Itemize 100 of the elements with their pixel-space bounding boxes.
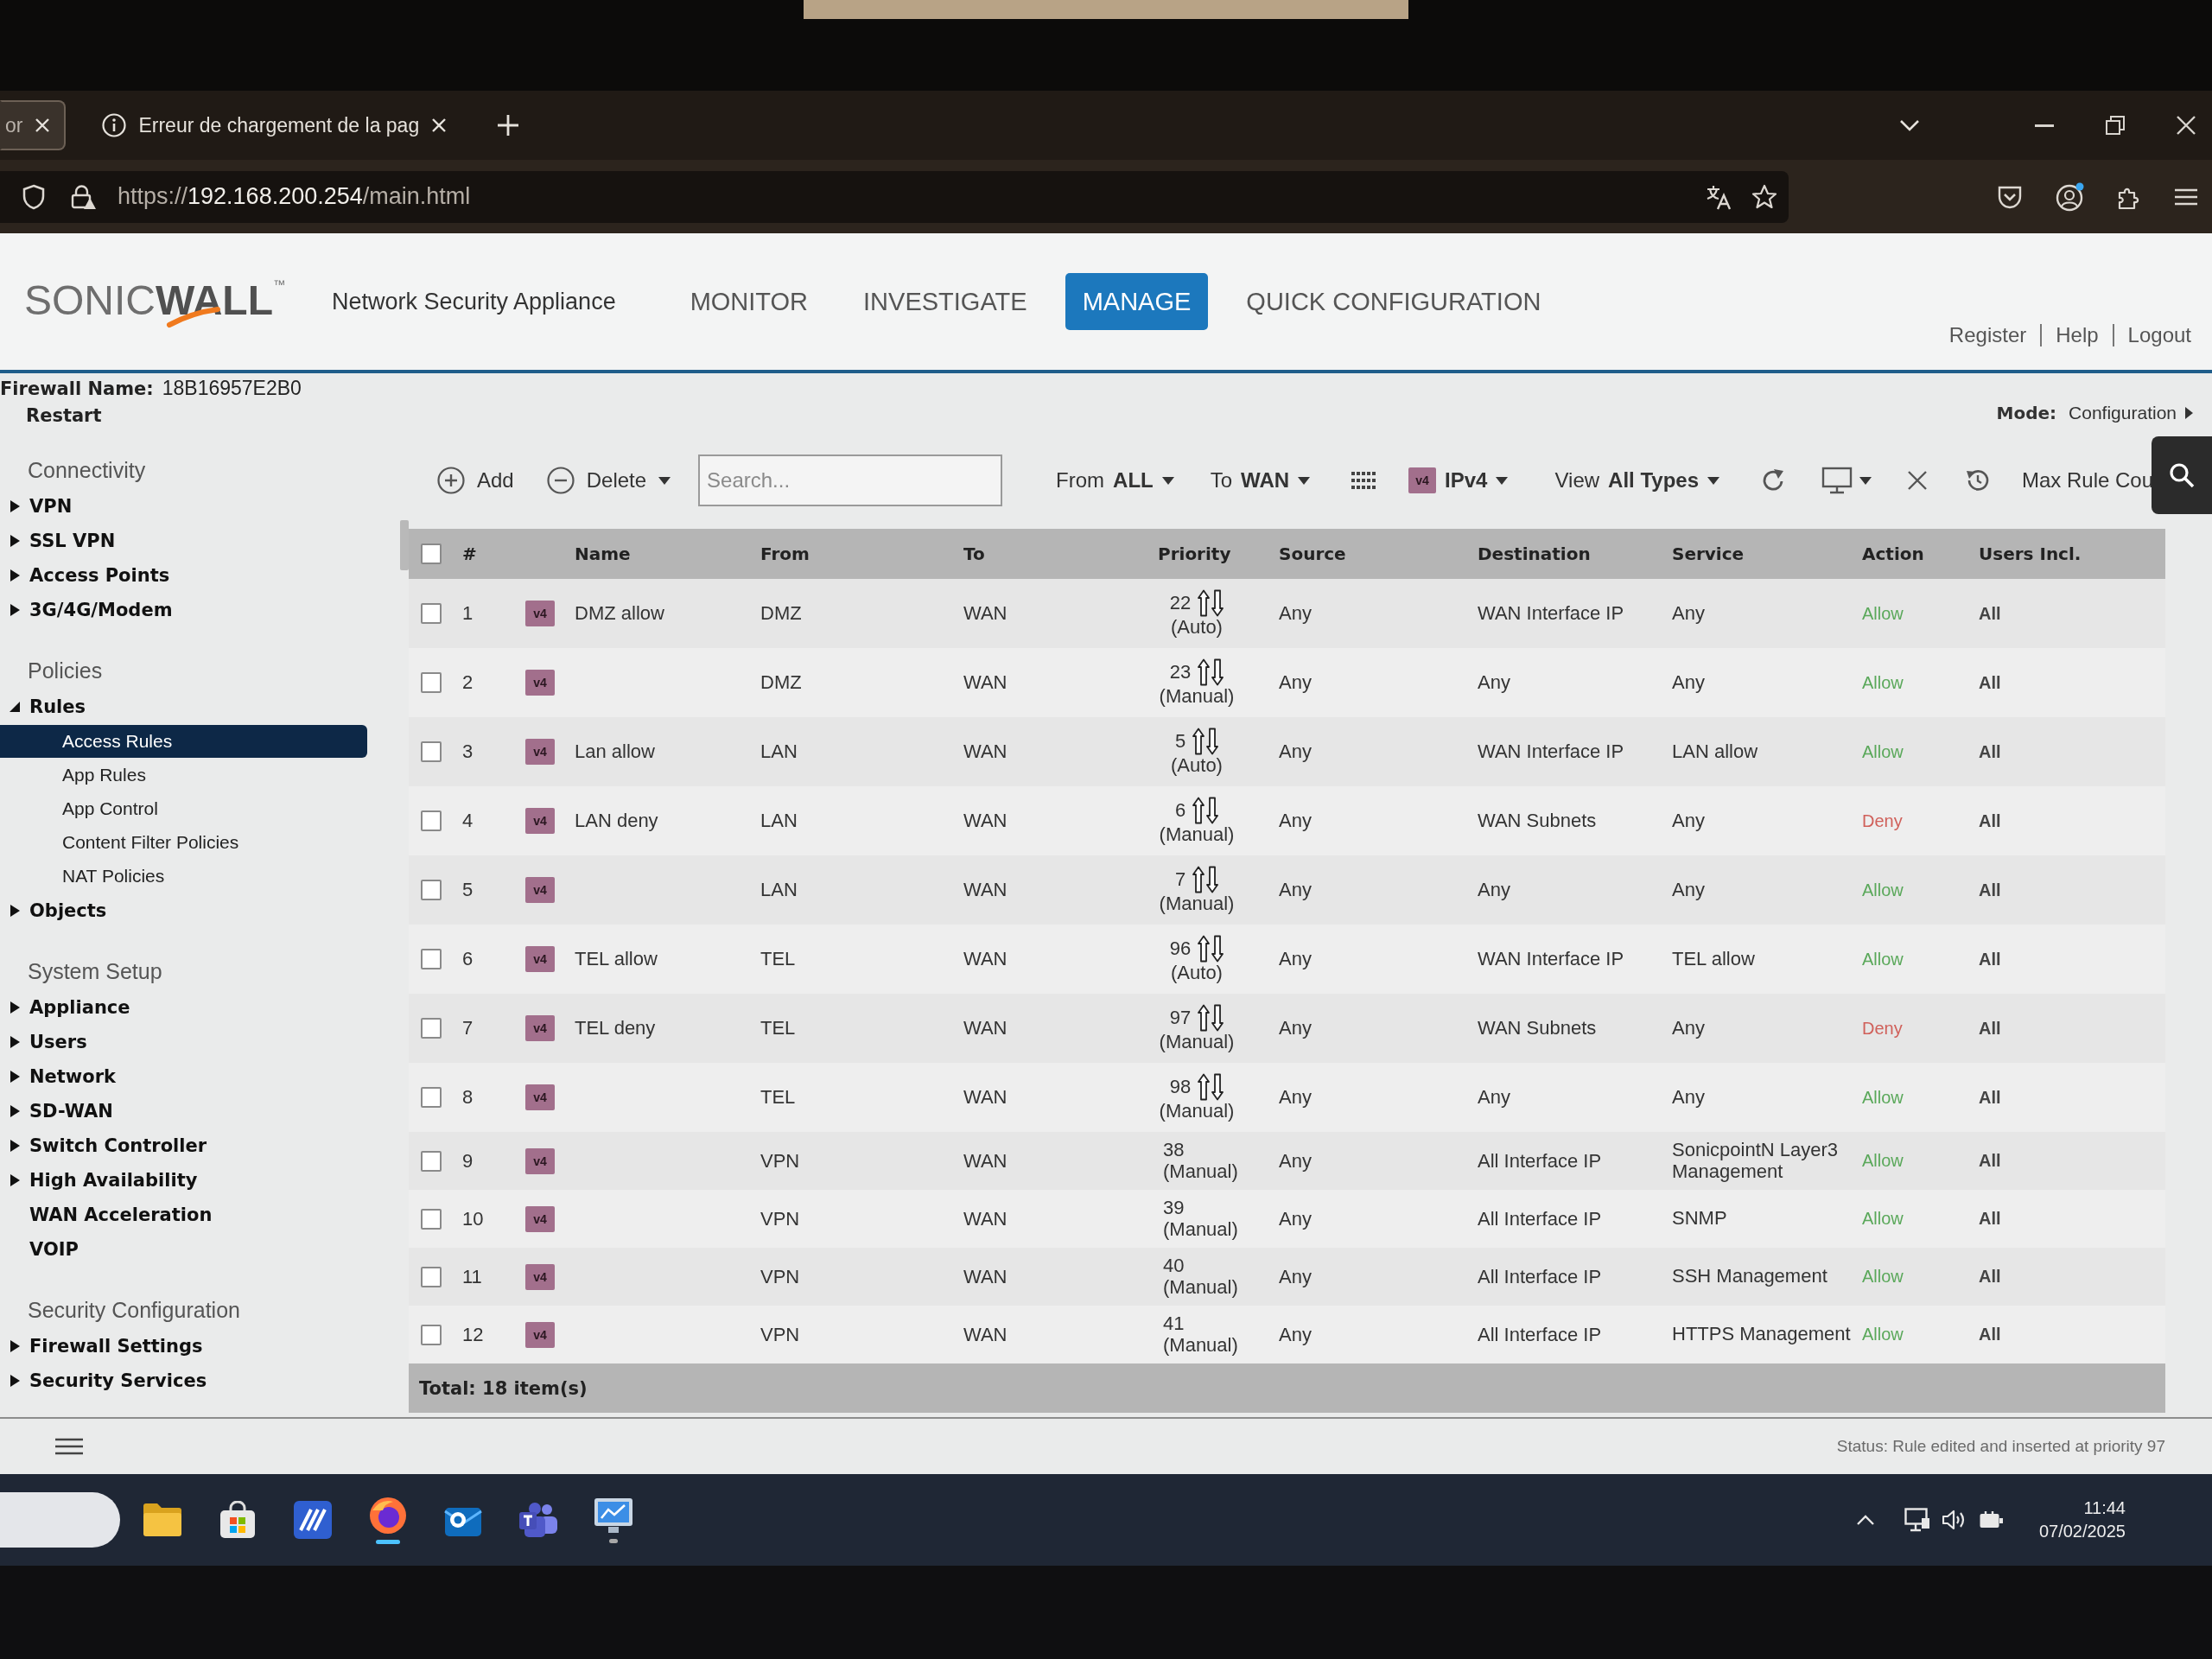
table-row[interactable]: 6 v4 TEL allow TEL WAN 96 (Auto) Any WAN Interface IP TEL allow Allow All — [409, 925, 2165, 994]
monitor-app-icon[interactable] — [594, 1497, 633, 1534]
sidebar-item[interactable]: Security Services — [0, 1363, 367, 1398]
table-row[interactable]: 11 v4 VPN WAN 40 (Manual) Any All Interface IP SSH Management Allow All — [409, 1248, 2165, 1306]
nav-tab[interactable]: INVESTIGATE — [846, 273, 1045, 330]
select-all-checkbox[interactable] — [421, 543, 442, 564]
sidebar-item[interactable]: VPN — [0, 489, 367, 524]
reorder-arrows-icon[interactable] — [1198, 1072, 1224, 1101]
row-checkbox[interactable] — [421, 1266, 442, 1287]
expand-arrow-icon[interactable] — [10, 1375, 20, 1387]
expand-arrow-icon[interactable] — [10, 1174, 20, 1186]
address-bar[interactable]: https://192.168.200.254/main.html — [0, 170, 1789, 223]
people-icon[interactable] — [518, 1502, 558, 1538]
sidebar-item[interactable]: Network — [0, 1059, 367, 1094]
column-header[interactable]: Service — [1672, 543, 1745, 564]
row-checkbox[interactable] — [421, 672, 442, 693]
column-header[interactable]: Priority — [1158, 543, 1231, 564]
delete-button[interactable]: Delete — [546, 467, 671, 494]
expand-arrow-icon[interactable] — [10, 1140, 20, 1152]
table-row[interactable]: 12 v4 VPN WAN 41 (Manual) Any All Interface IP HTTPS Management Allow All — [409, 1306, 2165, 1363]
shopping-bag-icon[interactable] — [219, 1501, 256, 1539]
folder-icon[interactable] — [143, 1503, 182, 1537]
column-header[interactable]: # — [462, 543, 477, 564]
expand-arrow-icon[interactable] — [10, 905, 20, 917]
view-dropdown[interactable]: View All Types — [1554, 468, 1719, 493]
menu-icon[interactable] — [55, 1438, 83, 1455]
restore-icon[interactable] — [2106, 116, 2125, 135]
sidebar-item[interactable]: Access Points — [0, 558, 367, 593]
to-zone-dropdown[interactable]: To WAN — [1210, 468, 1311, 493]
scrollbar-thumb[interactable] — [400, 520, 409, 570]
translate-icon[interactable] — [1706, 183, 1732, 210]
sidebar-subitem[interactable]: Content Filter Policies — [0, 826, 367, 859]
browser-tab[interactable]: Erreur de chargement de la pag — [86, 100, 463, 150]
reorder-arrows-icon[interactable] — [1192, 796, 1219, 824]
ip-version-dropdown[interactable]: v4 IPv4 — [1408, 467, 1509, 493]
expand-arrow-icon[interactable] — [10, 535, 20, 547]
sidebar-item[interactable]: Objects — [0, 893, 367, 928]
plus-icon[interactable] — [497, 114, 520, 137]
clock-date[interactable]: 07/02/2025 — [2038, 1522, 2126, 1541]
sidebar-item[interactable]: Rules — [0, 690, 367, 724]
search-button[interactable] — [2152, 436, 2212, 514]
sidebar-subitem[interactable]: Access Rules — [0, 725, 367, 758]
speaker-icon[interactable] — [1942, 1510, 1967, 1530]
column-header[interactable]: Name — [575, 543, 631, 564]
sidebar-item[interactable]: Users — [0, 1025, 367, 1059]
table-row[interactable]: 8 v4 TEL WAN 98 (Manual) Any Any Any Allow All — [409, 1063, 2165, 1132]
header-link[interactable]: Help — [2056, 323, 2099, 347]
expand-arrow-icon[interactable] — [10, 1340, 20, 1352]
close-icon[interactable] — [1908, 471, 1927, 490]
table-row[interactable]: 4 v4 LAN deny LAN WAN 6 (Manual) Any WAN Subnets Any Deny All — [409, 786, 2165, 855]
row-checkbox[interactable] — [421, 1150, 442, 1172]
row-checkbox[interactable] — [421, 880, 442, 900]
sidebar-item[interactable]: SSL VPN — [0, 524, 367, 558]
sidebar-item[interactable]: Switch Controller — [0, 1128, 367, 1163]
column-header[interactable]: Destination — [1478, 543, 1591, 564]
row-checkbox[interactable] — [421, 810, 442, 831]
row-checkbox[interactable] — [421, 1208, 442, 1230]
flame-globe-icon[interactable] — [369, 1496, 407, 1535]
sidebar-subitem[interactable]: NAT Policies — [0, 860, 367, 893]
column-header[interactable]: From — [760, 543, 810, 564]
table-row[interactable]: 1 v4 DMZ allow DMZ WAN 22 (Auto) Any WAN Interface IP Any Allow All — [409, 579, 2165, 648]
display-icon[interactable] — [1904, 1508, 1930, 1532]
sidebar-item[interactable]: High Availability — [0, 1163, 367, 1198]
search-field[interactable]: Search... — [698, 454, 1003, 506]
display-dropdown[interactable] — [1821, 467, 1872, 494]
taskbar-search-field[interactable] — [0, 1492, 120, 1548]
reorder-arrows-icon[interactable] — [1198, 588, 1224, 617]
sidebar-subitem[interactable]: App Rules — [0, 759, 367, 791]
expand-arrow-icon[interactable] — [10, 500, 20, 512]
row-checkbox[interactable] — [421, 603, 442, 624]
nav-tab[interactable]: MONITOR — [672, 273, 826, 330]
restart-link[interactable]: Restart — [26, 405, 102, 426]
expand-arrow-icon[interactable] — [10, 604, 20, 616]
column-header[interactable]: Source — [1279, 543, 1346, 564]
expand-arrow-icon[interactable] — [10, 1105, 20, 1117]
column-header[interactable]: Action — [1862, 543, 1924, 564]
battery-plug-icon[interactable] — [1978, 1510, 2005, 1529]
slash-tile-icon[interactable] — [294, 1501, 332, 1539]
reorder-arrows-icon[interactable] — [1198, 658, 1224, 686]
shield-icon[interactable] — [22, 183, 45, 210]
table-row[interactable]: 9 v4 VPN WAN 38 (Manual) Any All Interface IP SonicpointN Layer3 Management Allow All — [409, 1132, 2165, 1190]
add-button[interactable]: Add — [437, 467, 514, 494]
row-checkbox[interactable] — [421, 741, 442, 762]
lock-warning-icon[interactable] — [71, 183, 97, 210]
collapse-arrow-icon[interactable] — [10, 702, 20, 712]
sidebar-subitem[interactable]: App Control — [0, 792, 367, 825]
reorder-arrows-icon[interactable] — [1192, 865, 1219, 893]
table-row[interactable]: 7 v4 TEL deny TEL WAN 97 (Manual) Any WAN Subnets Any Deny All — [409, 994, 2165, 1063]
account-icon[interactable] — [2056, 181, 2085, 212]
header-link[interactable]: Logout — [2127, 323, 2191, 347]
expand-arrow-icon[interactable] — [10, 569, 20, 582]
sidebar-item[interactable]: Firewall Settings — [0, 1329, 367, 1363]
pouch-icon[interactable] — [1997, 184, 2023, 209]
column-header[interactable]: To — [963, 543, 985, 564]
grid-icon[interactable] — [1351, 472, 1376, 489]
row-checkbox[interactable] — [421, 1087, 442, 1108]
chevron-down-icon[interactable] — [1899, 119, 1920, 131]
mode-dropdown[interactable]: Configuration — [2069, 403, 2193, 423]
reorder-arrows-icon[interactable] — [1198, 1003, 1224, 1032]
nav-tab[interactable]: MANAGE — [1065, 273, 1209, 330]
